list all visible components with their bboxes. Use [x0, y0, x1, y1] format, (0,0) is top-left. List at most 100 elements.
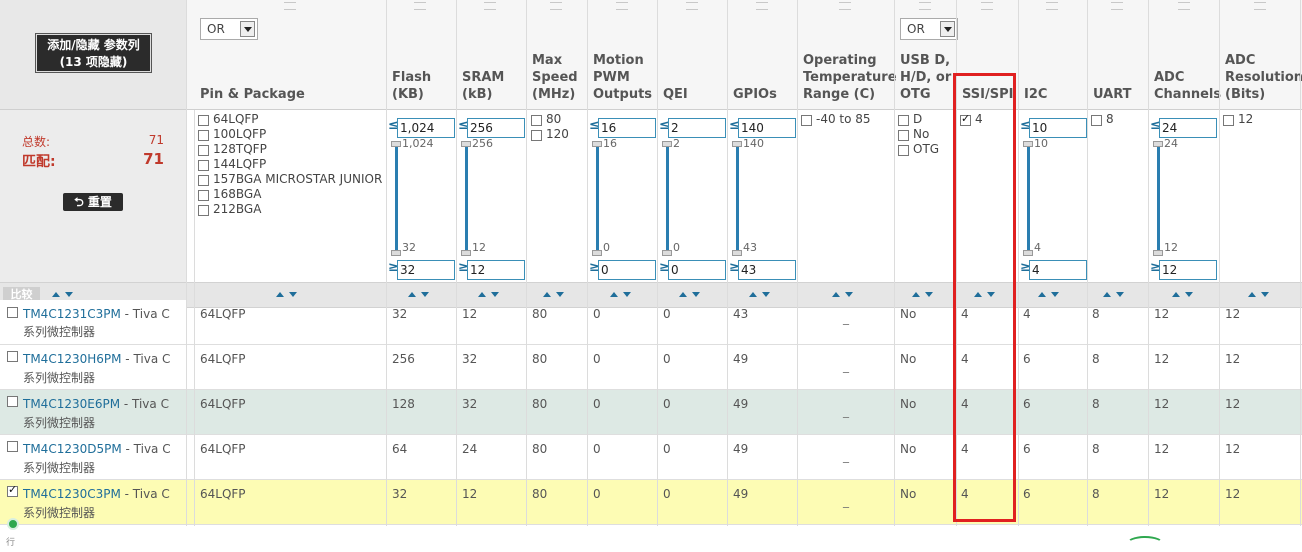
sram-min-input[interactable]: 12 — [467, 260, 525, 280]
table-row[interactable]: TM4C1231C3PM - Tiva C 系列微控制器 64LQFP 32 1… — [0, 300, 1302, 345]
sort-arrows-icon[interactable] — [1172, 290, 1196, 300]
i2c-min-input[interactable]: 4 — [1029, 260, 1087, 280]
gpio-min-handle[interactable] — [732, 250, 742, 256]
column-drag-grip[interactable] — [1254, 2, 1266, 10]
sort-arrows-icon[interactable] — [408, 290, 432, 300]
sort-arrows-icon[interactable] — [832, 290, 856, 300]
column-drag-grip[interactable] — [686, 2, 698, 10]
adcres-checkbox[interactable] — [1223, 115, 1234, 126]
flash-min-input[interactable]: 32 — [397, 260, 455, 280]
sort-arrows-icon[interactable] — [543, 290, 567, 300]
adcch-min-handle[interactable] — [1153, 250, 1163, 256]
header-flash[interactable]: Flash (KB) — [392, 69, 431, 103]
column-drag-grip[interactable] — [981, 2, 993, 10]
i2c-slider-track[interactable] — [1027, 147, 1030, 251]
adcch-max-input[interactable]: 24 — [1159, 118, 1217, 138]
column-drag-grip[interactable] — [484, 2, 496, 10]
flash-min-handle[interactable] — [391, 250, 401, 256]
gpio-min-input[interactable]: 43 — [738, 260, 796, 280]
reset-button[interactable]: ⮌ 重置 — [63, 193, 123, 211]
header-pin-package[interactable]: Pin & Package — [200, 86, 305, 103]
sort-arrows-icon[interactable] — [1038, 290, 1062, 300]
package-checkbox[interactable] — [198, 130, 209, 141]
sort-arrows-icon[interactable] — [478, 290, 502, 300]
header-adc-resolution[interactable]: ADC Resolution (Bits) — [1225, 52, 1302, 103]
header-gpios[interactable]: GPIOs — [733, 86, 777, 103]
table-row-selected[interactable]: TM4C1230C3PM - Tiva C 系列微控制器 64LQFP 32 1… — [0, 480, 1302, 525]
package-checkbox[interactable] — [198, 175, 209, 186]
column-drag-grip[interactable] — [1046, 2, 1058, 10]
column-drag-grip[interactable] — [284, 2, 296, 10]
speed-checkbox[interactable] — [531, 115, 542, 126]
qei-slider-track[interactable] — [666, 147, 669, 251]
header-max-speed[interactable]: Max Speed (MHz) — [532, 52, 578, 103]
usb-checkbox[interactable] — [898, 130, 909, 141]
pwm-min-handle[interactable] — [592, 250, 602, 256]
sort-arrows-icon[interactable] — [749, 290, 773, 300]
i2c-min-handle[interactable] — [1023, 250, 1033, 256]
sort-arrows-icon[interactable] — [912, 290, 936, 300]
sort-arrows-icon[interactable] — [52, 290, 76, 300]
column-drag-grip[interactable] — [919, 2, 931, 10]
part-link[interactable]: TM4C1230H6PM - Tiva C — [23, 352, 170, 366]
qei-min-handle[interactable] — [662, 250, 672, 256]
table-row[interactable]: TM4C1230E6PM - Tiva C 系列微控制器 64LQFP 128 … — [0, 390, 1302, 435]
sort-arrows-icon[interactable] — [1248, 290, 1272, 300]
gpio-slider-track[interactable] — [736, 147, 739, 251]
adcch-min-input[interactable]: 12 — [1159, 260, 1217, 280]
i2c-max-input[interactable]: 10 — [1029, 118, 1087, 138]
sort-arrows-icon[interactable] — [276, 290, 300, 300]
uart-checkbox[interactable] — [1091, 115, 1102, 126]
compare-checkbox[interactable] — [7, 351, 18, 362]
header-motion-pwm[interactable]: Motion PWM Outputs — [593, 52, 652, 103]
header-temperature[interactable]: Operating Temperature Range (C) — [803, 52, 897, 103]
sram-slider-track[interactable] — [465, 147, 468, 251]
speed-checkbox[interactable] — [531, 130, 542, 141]
header-adc-channels[interactable]: ADC Channels — [1154, 69, 1221, 103]
pwm-max-input[interactable]: 16 — [598, 118, 656, 138]
column-drag-grip[interactable] — [550, 2, 562, 10]
compare-checkbox-checked[interactable] — [7, 483, 18, 497]
usb-checkbox[interactable] — [898, 115, 909, 126]
feedback-badge-icon[interactable] — [1126, 536, 1164, 552]
pwm-min-input[interactable]: 0 — [598, 260, 656, 280]
part-link[interactable]: TM4C1230E6PM - Tiva C — [23, 397, 169, 411]
package-checkbox[interactable] — [198, 115, 209, 126]
header-usb[interactable]: USB D, H/D, or OTG — [900, 52, 951, 103]
add-hide-columns-button[interactable]: 添加/隐藏 参数列 (13 项隐藏) — [35, 33, 152, 73]
table-row[interactable]: TM4C1230D5PM - Tiva C 系列微控制器 64LQFP 64 2… — [0, 435, 1302, 480]
part-link[interactable]: TM4C1230C3PM - Tiva C — [23, 487, 170, 501]
package-checkbox[interactable] — [198, 160, 209, 171]
qei-max-input[interactable]: 2 — [668, 118, 726, 138]
pwm-slider-track[interactable] — [596, 147, 599, 251]
column-drag-grip[interactable] — [839, 2, 851, 10]
header-i2c[interactable]: I2C — [1024, 86, 1047, 103]
table-row[interactable]: TM4C1230H6PM - Tiva C 系列微控制器 64LQFP 256 … — [0, 345, 1302, 390]
gpio-max-input[interactable]: 140 — [738, 118, 796, 138]
column-drag-grip[interactable] — [616, 2, 628, 10]
part-link[interactable]: TM4C1231C3PM - Tiva C — [23, 307, 170, 321]
package-checkbox[interactable] — [198, 190, 209, 201]
flash-slider-track[interactable] — [395, 147, 398, 251]
compare-checkbox[interactable] — [7, 441, 18, 452]
package-checkbox[interactable] — [198, 145, 209, 156]
pin-package-or-select[interactable]: OR — [200, 18, 258, 40]
usb-or-select[interactable]: OR — [900, 18, 958, 40]
header-uart[interactable]: UART — [1093, 86, 1132, 103]
sort-arrows-icon[interactable] — [610, 290, 634, 300]
header-sram[interactable]: SRAM (kB) — [462, 69, 504, 103]
column-drag-grip[interactable] — [756, 2, 768, 10]
compare-checkbox[interactable] — [7, 396, 18, 407]
flash-max-input[interactable]: 1,024 — [397, 118, 455, 138]
usb-checkbox[interactable] — [898, 145, 909, 156]
temp-checkbox[interactable] — [801, 115, 812, 126]
compare-checkbox[interactable] — [7, 307, 18, 318]
adcch-slider-track[interactable] — [1157, 147, 1160, 251]
sort-arrows-icon[interactable] — [679, 290, 703, 300]
column-drag-grip[interactable] — [414, 2, 426, 10]
qei-min-input[interactable]: 0 — [668, 260, 726, 280]
sram-min-handle[interactable] — [461, 250, 471, 256]
sort-arrows-icon[interactable] — [1103, 290, 1127, 300]
column-drag-grip[interactable] — [1178, 2, 1190, 10]
package-checkbox[interactable] — [198, 205, 209, 216]
